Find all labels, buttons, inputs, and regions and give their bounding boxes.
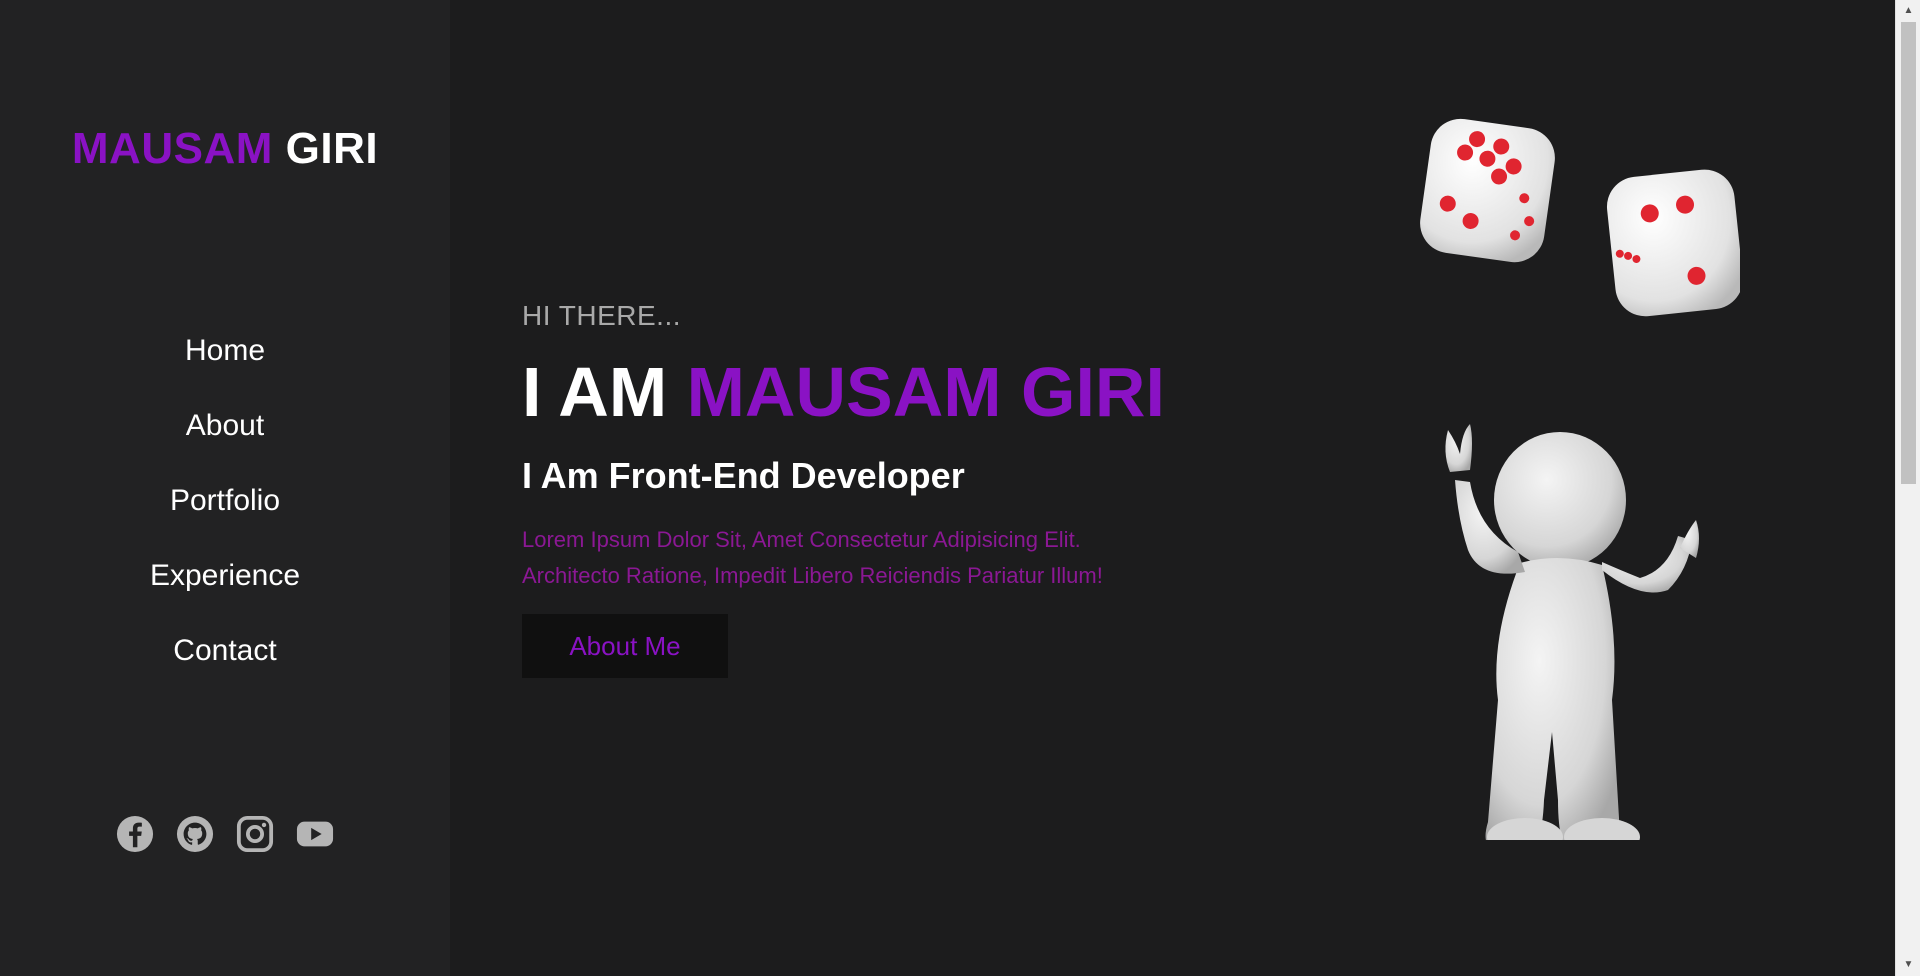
page-scrollbar[interactable]: ▲ ▼ <box>1895 0 1920 976</box>
headline-prefix: I AM <box>522 353 668 431</box>
hero-section: HI THERE... I AM MAUSAM GIRI I Am Front-… <box>450 0 1895 976</box>
social-links <box>0 815 450 853</box>
hero-headline: I AM MAUSAM GIRI <box>522 352 1165 432</box>
description-line-1: Lorem Ipsum Dolor Sit, Amet Consectetur … <box>522 527 1081 552</box>
scroll-up-arrow-icon[interactable]: ▲ <box>1896 2 1920 20</box>
nav-item-contact[interactable]: Contact <box>0 626 450 701</box>
hero-role: I Am Front-End Developer <box>522 455 965 496</box>
site-logo[interactable]: MAUSAM GIRI <box>0 124 450 174</box>
main-nav: Home About Portfolio Experience Contact <box>0 326 450 701</box>
juggling-figure-illustration <box>1420 118 1740 840</box>
nav-item-portfolio[interactable]: Portfolio <box>0 476 450 551</box>
logo-first-name: MAUSAM <box>71 124 273 173</box>
description-line-2: Architecto Ratione, Impedit Libero Reici… <box>522 563 1103 588</box>
sidebar: MAUSAM GIRI Home About Portfolio Experie… <box>0 0 450 976</box>
facebook-icon[interactable] <box>116 815 154 853</box>
scrollbar-thumb[interactable] <box>1901 22 1916 484</box>
scroll-down-arrow-icon[interactable]: ▼ <box>1896 956 1920 974</box>
nav-item-experience[interactable]: Experience <box>0 551 450 626</box>
about-me-button[interactable]: About Me <box>522 614 728 678</box>
hero-description: Lorem Ipsum Dolor Sit, Amet Consectetur … <box>522 522 1222 594</box>
youtube-icon[interactable] <box>296 815 334 853</box>
nav-item-home[interactable]: Home <box>0 326 450 401</box>
github-icon[interactable] <box>176 815 214 853</box>
logo-last-name: GIRI <box>285 124 379 173</box>
figure <box>1445 424 1699 840</box>
dice-right <box>1606 169 1740 317</box>
instagram-icon[interactable] <box>236 815 274 853</box>
hero-greeting: HI THERE... <box>522 300 682 331</box>
headline-name: MAUSAM GIRI <box>686 353 1165 431</box>
nav-item-about[interactable]: About <box>0 401 450 476</box>
dice-left <box>1420 118 1555 263</box>
